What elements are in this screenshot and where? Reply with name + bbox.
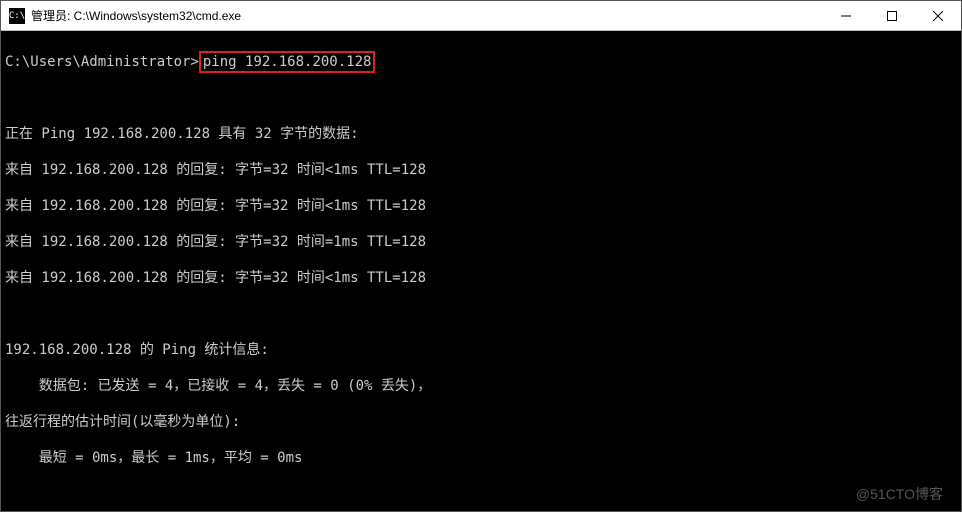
output-line: 正在 Ping 192.168.200.128 具有 32 字节的数据: <box>5 125 957 143</box>
output-line: 数据包: 已发送 = 4，已接收 = 4，丢失 = 0 (0% 丢失)， <box>5 377 957 395</box>
window-title: 管理员: C:\Windows\system32\cmd.exe <box>31 7 823 24</box>
output-line: 来自 192.168.200.128 的回复: 字节=32 时间<1ms TTL… <box>5 161 957 179</box>
close-button[interactable] <box>915 1 961 30</box>
output-line: 来自 192.168.200.128 的回复: 字节=32 时间=1ms TTL… <box>5 233 957 251</box>
window-buttons <box>823 1 961 30</box>
blank-line <box>5 485 957 503</box>
output-line: 最短 = 0ms，最长 = 1ms，平均 = 0ms <box>5 449 957 467</box>
maximize-button[interactable] <box>869 1 915 30</box>
output-line: 来自 192.168.200.128 的回复: 字节=32 时间<1ms TTL… <box>5 197 957 215</box>
blank-line <box>5 305 957 323</box>
blank-line <box>5 89 957 107</box>
minimize-button[interactable] <box>823 1 869 30</box>
output-line: 192.168.200.128 的 Ping 统计信息: <box>5 341 957 359</box>
cmd-window: C:\ 管理员: C:\Windows\system32\cmd.exe C:\… <box>0 0 962 512</box>
highlight-box: ping 192.168.200.128 <box>199 51 376 73</box>
output-line: 来自 192.168.200.128 的回复: 字节=32 时间<1ms TTL… <box>5 269 957 287</box>
prompt: C:\Users\Administrator> <box>5 54 199 70</box>
terminal-area[interactable]: C:\Users\Administrator>ping 192.168.200.… <box>1 31 961 511</box>
watermark: @51CTO博客 <box>856 485 943 503</box>
cmd-icon: C:\ <box>9 8 25 24</box>
output-line: 往返行程的估计时间(以毫秒为单位): <box>5 413 957 431</box>
command-text: ping 192.168.200.128 <box>203 54 372 70</box>
prompt-line: C:\Users\Administrator>ping 192.168.200.… <box>5 53 957 71</box>
titlebar[interactable]: C:\ 管理员: C:\Windows\system32\cmd.exe <box>1 1 961 31</box>
